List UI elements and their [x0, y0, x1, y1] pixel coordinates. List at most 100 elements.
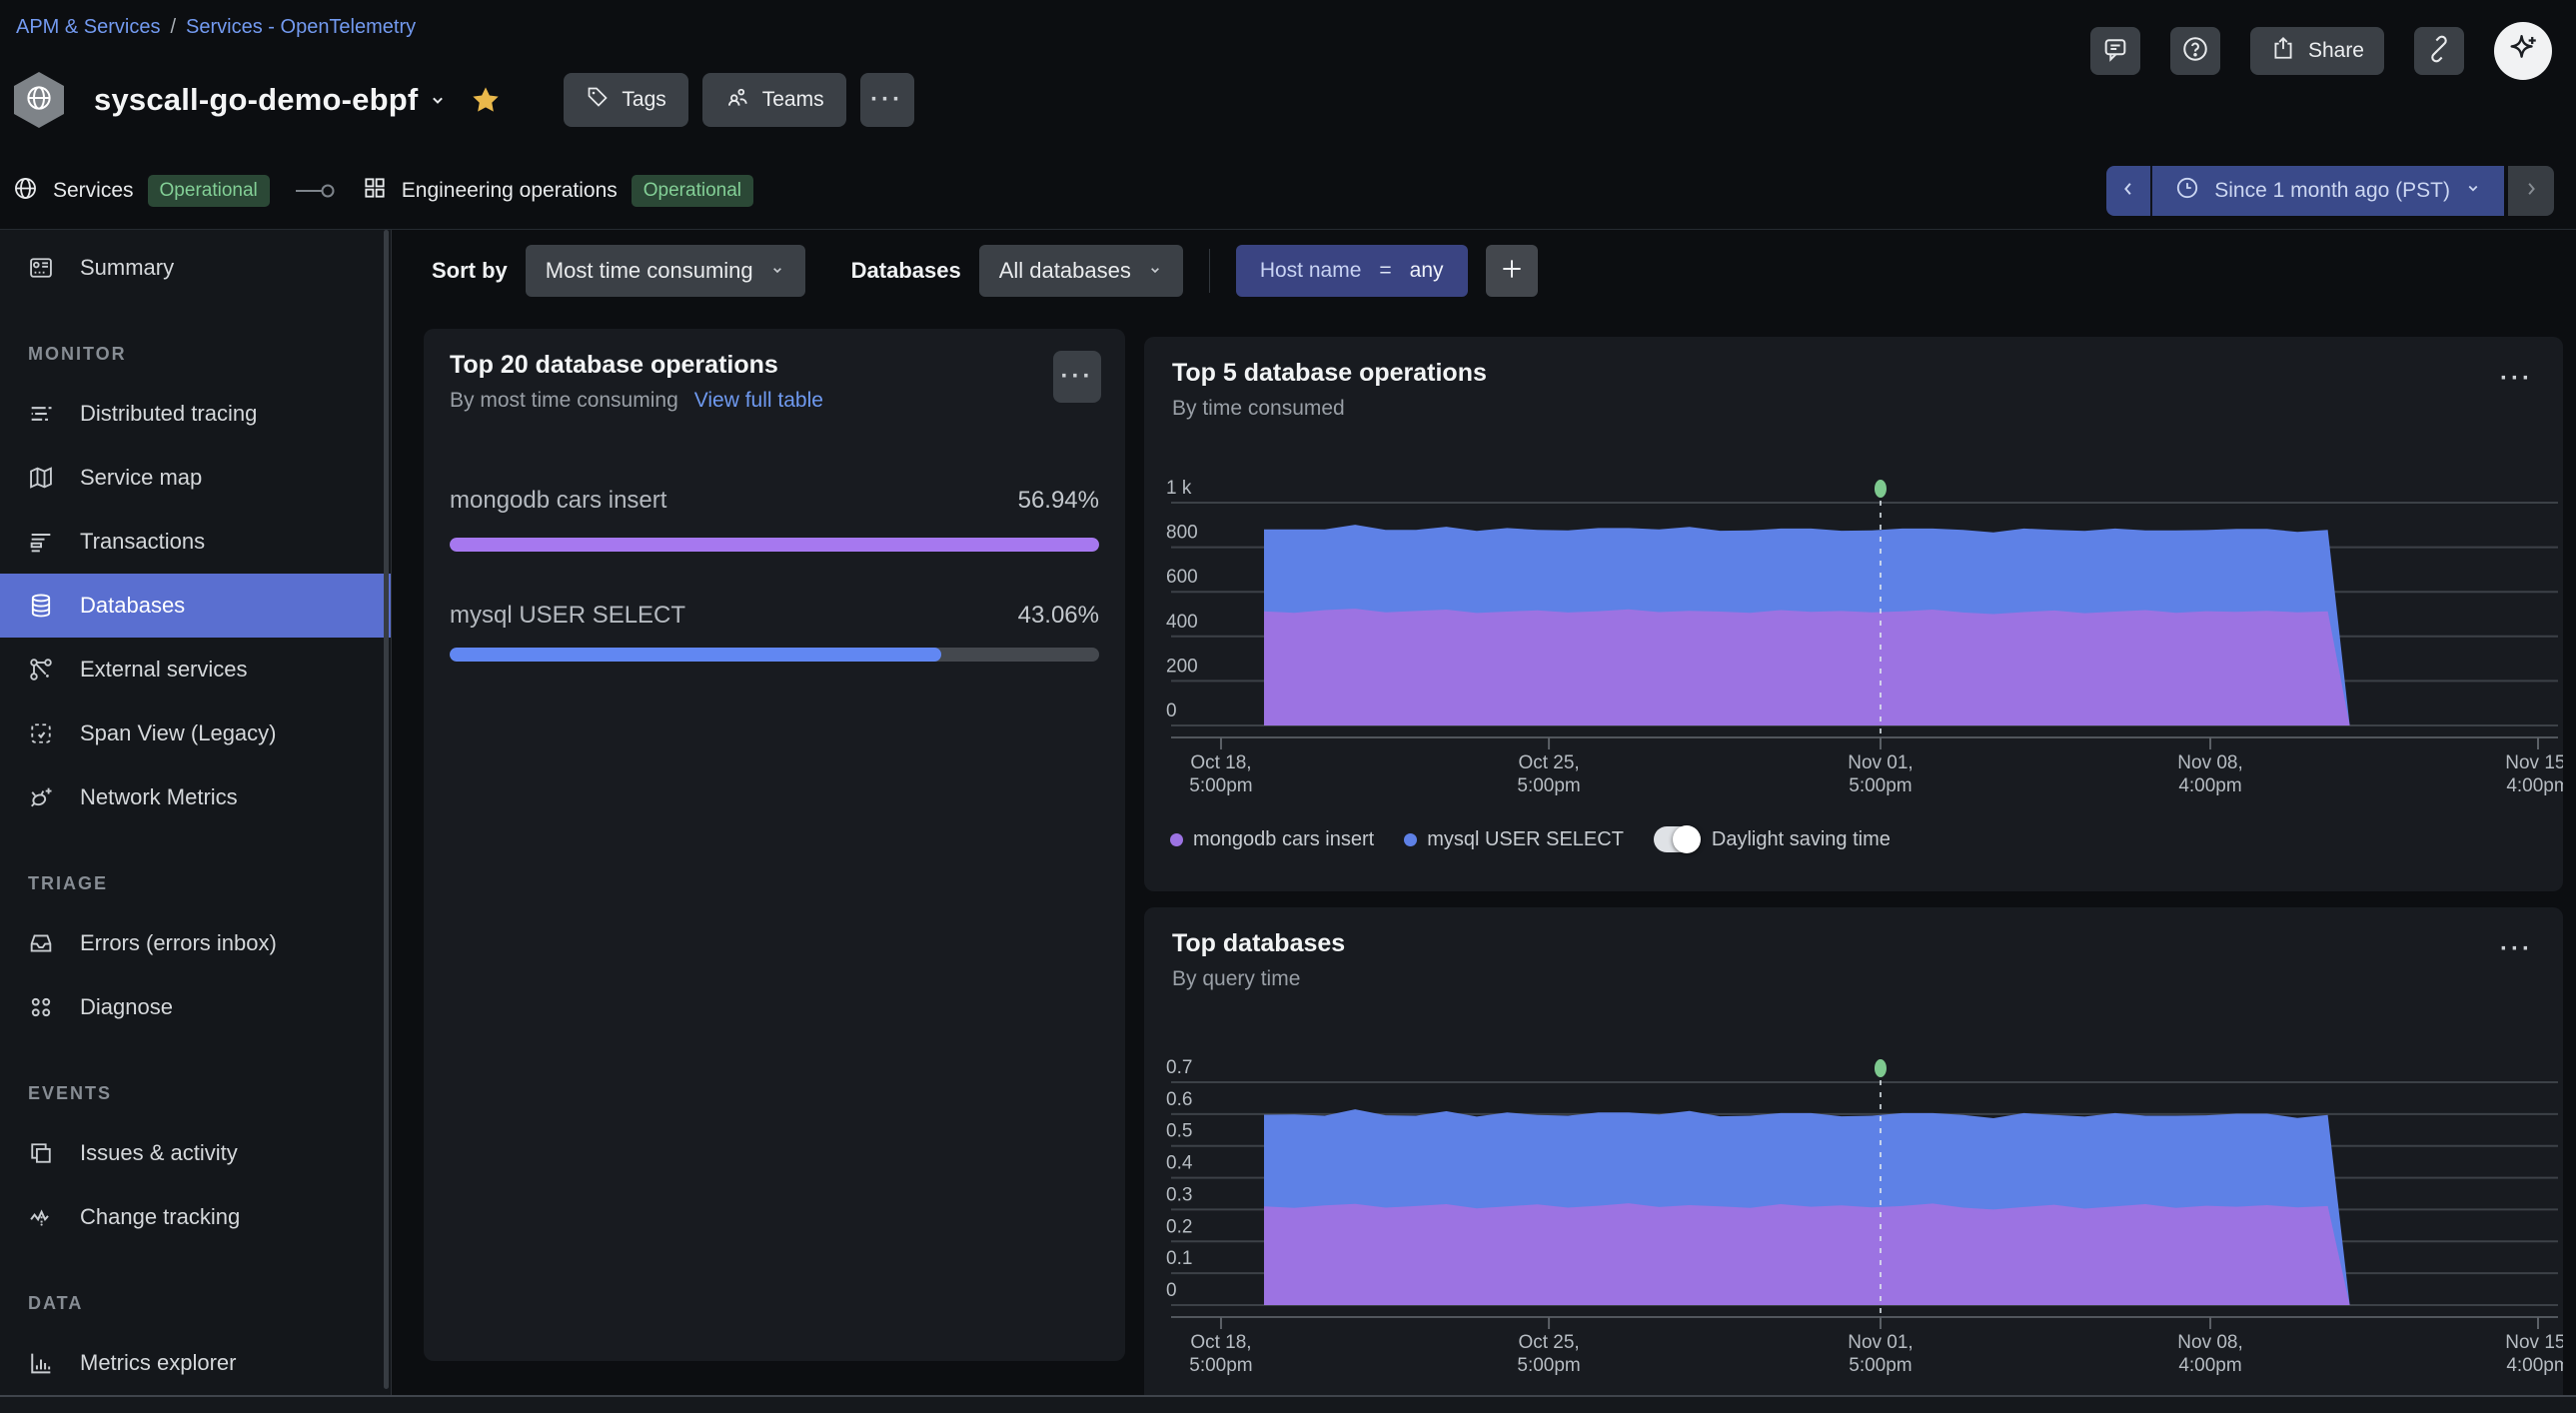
table-row[interactable]: mongodb cars insert 56.94%	[450, 487, 1099, 515]
x-axis-label: 5:00pm	[1849, 775, 1912, 796]
title-more-button[interactable]: ···	[860, 73, 914, 127]
chevron-left-icon	[2119, 180, 2137, 203]
top-databases-more-button[interactable]: ···	[2500, 937, 2533, 961]
sidebar-item-issues-activity[interactable]: Issues & activity	[0, 1121, 391, 1185]
sidebar-item-change-tracking[interactable]: Change tracking	[0, 1185, 391, 1249]
relationship-connector-icon	[294, 181, 338, 201]
breadcrumb-separator: /	[170, 16, 176, 39]
legend-item-mongodb[interactable]: mongodb cars insert	[1170, 828, 1374, 851]
sort-by-label: Sort by	[432, 258, 508, 284]
sidebar-item-summary[interactable]: Summary	[0, 236, 391, 300]
host-name-filter-chip[interactable]: Host name = any	[1236, 245, 1468, 297]
x-axis-label: Nov 15,	[2505, 752, 2563, 773]
sidebar-item-service-map[interactable]: Service map	[0, 446, 391, 510]
sidebar-item-span-view-legacy[interactable]: Span View (Legacy)	[0, 702, 391, 765]
teams-icon	[724, 84, 750, 116]
help-button[interactable]	[2170, 27, 2220, 75]
y-axis-label: 0	[1166, 1280, 1177, 1301]
sidebar-item-distributed-tracing[interactable]: Distributed tracing	[0, 382, 391, 446]
external-services-icon	[26, 656, 56, 684]
sidebar-item-label: Databases	[80, 593, 185, 619]
feedback-button[interactable]	[2090, 27, 2140, 75]
sidebar-item-errors-inbox[interactable]: Errors (errors inbox)	[0, 911, 391, 975]
sidebar-item-metrics-explorer[interactable]: Metrics explorer	[0, 1331, 391, 1395]
sort-by-value: Most time consuming	[546, 258, 753, 284]
y-axis-label: 800	[1166, 523, 1198, 544]
services-status-label[interactable]: Services	[53, 179, 134, 203]
chevron-right-icon	[2522, 180, 2540, 203]
sidebar-item-label: Distributed tracing	[80, 401, 257, 427]
sidebar-item-network-metrics[interactable]: Network Metrics	[0, 765, 391, 829]
sidebar-item-label: Network Metrics	[80, 784, 238, 810]
header-actions: Share	[2090, 22, 2552, 80]
tags-button[interactable]: Tags	[564, 73, 687, 127]
sidebar-item-label: Span View (Legacy)	[80, 720, 277, 746]
dst-marker-dot[interactable]	[1875, 1059, 1887, 1077]
operation-label: mongodb cars insert	[450, 487, 666, 515]
area-series[interactable]	[1264, 609, 2350, 725]
top20-panel-subtitle: By most time consuming	[450, 389, 678, 413]
filter-operator: =	[1379, 259, 1391, 283]
toggle-knob	[1673, 825, 1701, 853]
time-picker-prev-button[interactable]	[2106, 166, 2152, 216]
table-row[interactable]: mysql USER SELECT 43.06%	[450, 602, 1099, 630]
copy-link-button[interactable]	[2414, 27, 2464, 75]
sort-by-dropdown[interactable]: Most time consuming	[526, 245, 805, 297]
top5-more-button[interactable]: ···	[2500, 367, 2533, 391]
ellipsis-icon: ···	[870, 88, 903, 112]
sidebar-item-transactions[interactable]: Transactions	[0, 510, 391, 574]
share-button[interactable]: Share	[2250, 27, 2384, 75]
sidebar-item-label: Change tracking	[80, 1204, 240, 1230]
legend-dot-purple	[1170, 833, 1183, 846]
legend-label: mongodb cars insert	[1193, 828, 1374, 851]
legend-item-mysql[interactable]: mysql USER SELECT	[1404, 828, 1624, 851]
sidebar-section-data: DATA	[0, 1283, 391, 1323]
sidebar-item-label: Service map	[80, 465, 202, 491]
daylight-saving-toggle[interactable]	[1654, 826, 1700, 852]
top20-more-button[interactable]: ···	[1053, 351, 1101, 403]
sidebar-item-diagnose[interactable]: Diagnose	[0, 975, 391, 1039]
favorite-star-icon[interactable]	[470, 84, 502, 116]
databases-icon	[26, 592, 56, 620]
time-picker-next-button[interactable]	[2508, 166, 2554, 216]
help-icon	[2180, 34, 2210, 69]
operation-bar-fill	[450, 648, 941, 662]
time-picker: Since 1 month ago (PST)	[2106, 166, 2554, 216]
time-picker-dropdown[interactable]: Since 1 month ago (PST)	[2152, 166, 2504, 216]
x-axis-label: Oct 18,	[1190, 1332, 1251, 1353]
view-full-table-link[interactable]: View full table	[694, 389, 823, 413]
top-databases-panel: Top databases By query time ··· 00.10.20…	[1144, 907, 2563, 1395]
ai-assistant-button[interactable]	[2494, 22, 2552, 80]
teams-button[interactable]: Teams	[702, 73, 846, 127]
ellipsis-icon: ···	[1061, 365, 1094, 389]
y-axis-label: 200	[1166, 656, 1198, 677]
diagnose-icon	[26, 993, 56, 1021]
y-axis-label: 0.4	[1166, 1153, 1193, 1174]
dst-marker-dot[interactable]	[1875, 480, 1887, 498]
y-axis-label: 0.7	[1166, 1057, 1192, 1078]
transactions-icon	[26, 528, 56, 556]
breadcrumb-link-services-opentelemetry[interactable]: Services - OpenTelemetry	[186, 16, 416, 39]
sidebar-item-external-services[interactable]: External services	[0, 638, 391, 702]
sidebar-item-databases[interactable]: Databases	[0, 574, 391, 638]
top-databases-chart-subtitle: By query time	[1172, 967, 1300, 991]
network-metrics-icon	[26, 783, 56, 811]
add-filter-button[interactable]	[1486, 245, 1538, 297]
top20-database-operations-panel: Top 20 database operations By most time …	[424, 329, 1125, 1361]
x-axis-label: 4:00pm	[2178, 775, 2241, 796]
summary-icon	[26, 254, 56, 282]
area-series[interactable]	[1264, 1203, 2350, 1305]
breadcrumb-link-apm-services[interactable]: APM & Services	[16, 16, 160, 39]
sidebar-item-label: Transactions	[80, 529, 205, 555]
databases-dropdown[interactable]: All databases	[979, 245, 1183, 297]
top5-stacked-area-chart[interactable]: 02004006008001 kOct 18,5:00pmOct 25,5:00…	[1144, 477, 2563, 812]
entity-switcher-chevron-down-icon[interactable]	[428, 90, 448, 110]
top5-database-operations-panel: Top 5 database operations By time consum…	[1144, 337, 2563, 891]
workload-status-label[interactable]: Engineering operations	[402, 179, 618, 203]
x-axis-label: 5:00pm	[1517, 1355, 1580, 1376]
sidebar-scrollbar[interactable]	[384, 230, 389, 1389]
x-axis-label: Nov 08,	[2177, 752, 2242, 773]
top-databases-stacked-area-chart[interactable]: 00.10.20.30.40.50.60.7Oct 18,5:00pmOct 2…	[1144, 1047, 2563, 1395]
databases-value: All databases	[999, 258, 1131, 284]
top20-panel-title: Top 20 database operations	[450, 351, 778, 380]
